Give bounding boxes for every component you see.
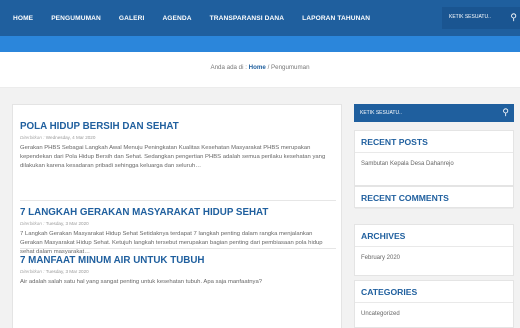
- top-navigation-bar: HOME PENGUMUMAN GALERI AGENDA TRANSPARAN…: [0, 0, 520, 36]
- widget-title: RECENT POSTS: [355, 131, 513, 153]
- nav-search-input[interactable]: KETIK SESUATU.. ⚲: [442, 7, 520, 29]
- post-excerpt: 7 Langkah Gerakan Masyarakat Hidup Sehat…: [20, 231, 323, 255]
- search-icon[interactable]: ⚲: [510, 12, 517, 23]
- post-list: POLA HIDUP BERSIH DAN SEHAT Diterbitkan …: [12, 104, 342, 328]
- post-item: 7 MANFAAT MINUM AIR UNTUK TUBUH Diterbit…: [20, 255, 336, 287]
- widget-recent-comments: RECENT COMMENTS: [354, 186, 514, 209]
- archive-link[interactable]: February 2020: [355, 247, 513, 261]
- widget-recent-posts: RECENT POSTS Sambutan Kepala Desa Dahanr…: [354, 130, 514, 186]
- sidebar: KETIK SESUATU.. ⚲ RECENT POSTS Sambutan …: [354, 104, 514, 328]
- post-date-value: Wednesday, 4 Mar 2020: [45, 135, 96, 140]
- search-icon[interactable]: ⚲: [502, 107, 509, 118]
- post-date: Diterbitkan : Tuesday, 3 Mar 2020: [20, 269, 336, 274]
- breadcrumb-prefix: Anda ada di :: [210, 64, 249, 71]
- sidebar-search-placeholder: KETIK SESUATU..: [360, 110, 402, 116]
- post-date-prefix: Diterbitkan :: [20, 135, 46, 140]
- post-item: POLA HIDUP BERSIH DAN SEHAT Diterbitkan …: [20, 121, 336, 171]
- post-date-prefix: Diterbitkan :: [20, 269, 46, 274]
- post-excerpt: Air adalah salah satu hal yang sangat pe…: [20, 279, 263, 285]
- post-title[interactable]: 7 LANGKAH GERAKAN MASYARAKAT HIDUP SEHAT: [20, 207, 336, 219]
- sidebar-search-input[interactable]: KETIK SESUATU.. ⚲: [354, 104, 514, 122]
- category-link[interactable]: Uncategorized: [355, 303, 513, 317]
- nav-menu: HOME PENGUMUMAN GALERI AGENDA TRANSPARAN…: [0, 0, 379, 36]
- widget-categories: CATEGORIES Uncategorized: [354, 280, 514, 328]
- post-title[interactable]: 7 MANFAAT MINUM AIR UNTUK TUBUH: [20, 255, 336, 267]
- post-title[interactable]: POLA HIDUP BERSIH DAN SEHAT: [20, 121, 336, 133]
- breadcrumb-home-link[interactable]: Home: [249, 64, 266, 71]
- nav-item-pengumuman[interactable]: PENGUMUMAN: [42, 15, 110, 22]
- post-item: 7 LANGKAH GERAKAN MASYARAKAT HIDUP SEHAT…: [20, 207, 336, 257]
- nav-item-agenda[interactable]: AGENDA: [153, 15, 200, 22]
- nav-search-placeholder: KETIK SESUATU..: [449, 14, 491, 20]
- post-divider: [20, 248, 336, 249]
- nav-item-home[interactable]: HOME: [4, 15, 42, 22]
- post-date-prefix: Diterbitkan :: [20, 221, 46, 226]
- breadcrumb: Anda ada di : Home / Pengumuman: [0, 64, 520, 71]
- post-date-value: Tuesday, 3 Mar 2020: [45, 269, 89, 274]
- post-excerpt: Gerakan PHBS Sebagai Langkah Awal Menuju…: [20, 145, 326, 169]
- widget-title: ARCHIVES: [355, 225, 513, 247]
- accent-bar: [0, 36, 520, 52]
- nav-item-galeri[interactable]: GALERI: [110, 15, 154, 22]
- post-date: Diterbitkan : Tuesday, 3 Mar 2020: [20, 221, 336, 226]
- post-date: Diterbitkan : Wednesday, 4 Mar 2020: [20, 135, 336, 140]
- nav-item-transparansi-dana[interactable]: TRANSPARANSI DANA: [201, 15, 293, 22]
- nav-item-laporan-tahunan[interactable]: LAPORAN TAHUNAN: [293, 15, 379, 22]
- widget-archives: ARCHIVES February 2020: [354, 224, 514, 276]
- breadcrumb-band: Anda ada di : Home / Pengumuman: [0, 52, 520, 88]
- widget-title: RECENT COMMENTS: [355, 187, 513, 209]
- widget-title: CATEGORIES: [355, 281, 513, 303]
- breadcrumb-current: Pengumuman: [271, 64, 310, 71]
- post-divider: [20, 200, 336, 201]
- post-date-value: Tuesday, 3 Mar 2020: [45, 221, 89, 226]
- recent-post-link[interactable]: Sambutan Kepala Desa Dahanrejo: [355, 153, 513, 167]
